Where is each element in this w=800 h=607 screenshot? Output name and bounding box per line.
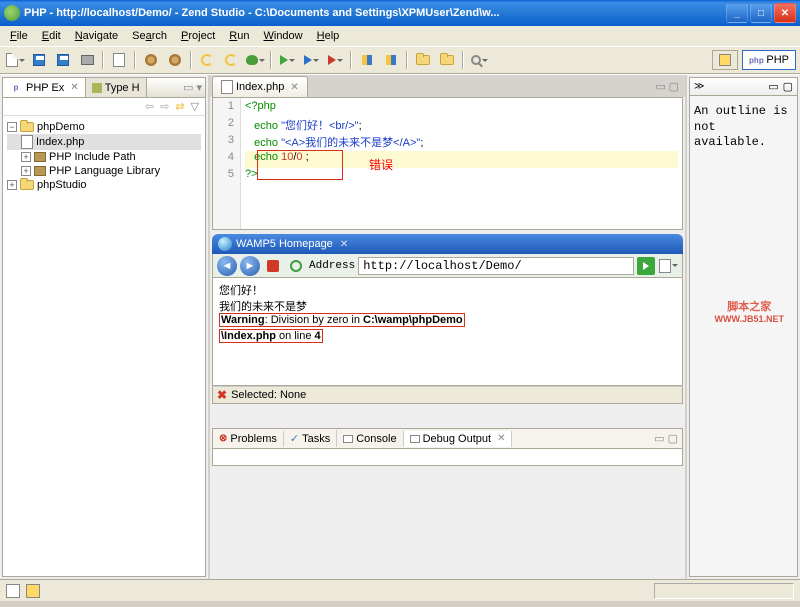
view-menu-icon[interactable]: ▾ xyxy=(196,81,202,94)
new-button[interactable] xyxy=(4,49,26,71)
error-icon: ✖ xyxy=(217,388,227,402)
browser-go-button[interactable] xyxy=(637,257,655,275)
editor-max-icon[interactable]: ▢ xyxy=(669,80,679,93)
tool-button-2[interactable] xyxy=(220,49,242,71)
back-icon[interactable]: ⇦ xyxy=(145,100,154,113)
collapse-icon[interactable]: ▽ xyxy=(191,100,199,113)
tree-project[interactable]: −phpDemo xyxy=(7,120,201,134)
menu-edit[interactable]: Edit xyxy=(36,28,67,44)
debug-output-body xyxy=(212,448,683,466)
print-button[interactable] xyxy=(76,49,98,71)
tree-project-2[interactable]: +phpStudio xyxy=(7,178,201,192)
step2-button[interactable] xyxy=(380,49,402,71)
window-titlebar: PHP - http://localhost/Demo/ - Zend Stud… xyxy=(0,0,800,26)
bottom-max-icon[interactable]: ▢ xyxy=(668,432,678,445)
browser-close-icon[interactable]: ✕ xyxy=(340,239,348,250)
browser-menu-button[interactable] xyxy=(658,256,678,276)
perspective-php[interactable]: phpPHP xyxy=(742,50,796,70)
close-icon[interactable]: ✕ xyxy=(497,433,505,444)
run-profile-button[interactable] xyxy=(300,49,322,71)
watermark: 脚本之家 WWW.JB51.NET xyxy=(714,298,784,324)
outline-message: An outline is not available. xyxy=(690,96,797,159)
browser-stop-button[interactable] xyxy=(263,256,283,276)
ext-tools-button[interactable] xyxy=(324,49,346,71)
status-icon-1[interactable] xyxy=(6,584,20,598)
tab-type-hierarchy[interactable]: Type H xyxy=(86,78,147,97)
search-button[interactable] xyxy=(468,49,490,71)
warning-box: Warning: Division by zero in C:\wamp\php… xyxy=(219,313,465,327)
build-all-button[interactable] xyxy=(164,49,186,71)
bottom-min-icon[interactable]: ▭ xyxy=(654,432,664,445)
code-editor[interactable]: 12345 <?php echo "您们好！<br/>"; echo "<A>我… xyxy=(212,97,683,230)
tree-file-index[interactable]: Index.php xyxy=(7,134,201,150)
menu-navigate[interactable]: Navigate xyxy=(69,28,124,44)
globe-icon xyxy=(218,237,232,251)
outline-icon: ≫ xyxy=(694,81,704,92)
tree-include-path[interactable]: +PHP Include Path xyxy=(7,150,201,164)
browser-tab-title: WAMP5 Homepage xyxy=(236,238,333,250)
tool-button-1[interactable] xyxy=(196,49,218,71)
browser-forward-button[interactable]: ► xyxy=(240,256,260,276)
tab-console[interactable]: Console xyxy=(337,431,403,447)
outline-view: ≫ ▭ ▢ An outline is not available. xyxy=(689,77,798,577)
tab-php-explorer[interactable]: pPHP Ex✕ xyxy=(3,78,86,97)
tree-language-library[interactable]: +PHP Language Library xyxy=(7,164,201,178)
build-button[interactable] xyxy=(140,49,162,71)
window-title: PHP - http://localhost/Demo/ - Zend Stud… xyxy=(24,7,726,19)
new-php-button[interactable] xyxy=(108,49,130,71)
app-icon xyxy=(4,5,20,21)
minimize-view-icon[interactable]: ▭ xyxy=(183,81,193,94)
run-button[interactable] xyxy=(276,49,298,71)
forward-icon[interactable]: ⇨ xyxy=(160,100,169,113)
minimize-button[interactable]: _ xyxy=(726,3,748,23)
close-tab-icon[interactable]: ✕ xyxy=(290,82,298,93)
address-input[interactable] xyxy=(358,257,634,275)
line-gutter: 12345 xyxy=(213,98,241,229)
address-label: Address xyxy=(309,260,355,272)
browser-content: 您们好！ 我们的未来不是梦 Warning: Division by zero … xyxy=(212,278,683,386)
save-button[interactable] xyxy=(28,49,50,71)
menubar: FFileile Edit Navigate Search Project Ru… xyxy=(0,26,800,46)
menu-run[interactable]: Run xyxy=(223,28,255,44)
menu-search[interactable]: Search xyxy=(126,28,173,44)
step-button[interactable] xyxy=(356,49,378,71)
debug-button[interactable] xyxy=(244,49,266,71)
error-highlight-box xyxy=(257,150,343,180)
project-tree: −phpDemo Index.php +PHP Include Path +PH… xyxy=(3,116,205,196)
open-button[interactable] xyxy=(412,49,434,71)
save-all-button[interactable] xyxy=(52,49,74,71)
statusbar xyxy=(0,579,800,601)
menu-file[interactable]: FFileile xyxy=(4,28,34,44)
editor-min-icon[interactable]: ▭ xyxy=(655,80,665,93)
close-icon[interactable]: ✕ xyxy=(70,82,78,93)
browser-back-button[interactable]: ◄ xyxy=(217,256,237,276)
main-toolbar: phpPHP xyxy=(0,46,800,74)
menu-project[interactable]: Project xyxy=(175,28,221,44)
outline-min-icon[interactable]: ▭ xyxy=(768,80,778,93)
maximize-button[interactable]: □ xyxy=(750,3,772,23)
tab-problems[interactable]: ⊗Problems xyxy=(213,431,284,447)
status-icon-2[interactable] xyxy=(26,584,40,598)
browser-view: WAMP5 Homepage ✕ ◄ ► Address 您们好！ 我们的未来不… xyxy=(212,234,683,424)
open-perspective-button[interactable] xyxy=(712,50,738,70)
menu-help[interactable]: Help xyxy=(311,28,346,44)
browser-refresh-button[interactable] xyxy=(286,256,306,276)
open2-button[interactable] xyxy=(436,49,458,71)
tab-debug-output[interactable]: Debug Output✕ xyxy=(404,431,513,447)
close-button[interactable]: ✕ xyxy=(774,3,796,23)
error-label: 错误 xyxy=(369,156,393,173)
editor-tab-index[interactable]: Index.php✕ xyxy=(212,76,308,97)
outline-max-icon[interactable]: ▢ xyxy=(783,80,793,93)
browser-statusbar: ✖ Selected: None xyxy=(212,386,683,404)
tab-tasks[interactable]: ✓Tasks xyxy=(284,430,337,447)
link-icon[interactable]: ⇄ xyxy=(175,100,184,113)
menu-window[interactable]: Window xyxy=(257,28,308,44)
